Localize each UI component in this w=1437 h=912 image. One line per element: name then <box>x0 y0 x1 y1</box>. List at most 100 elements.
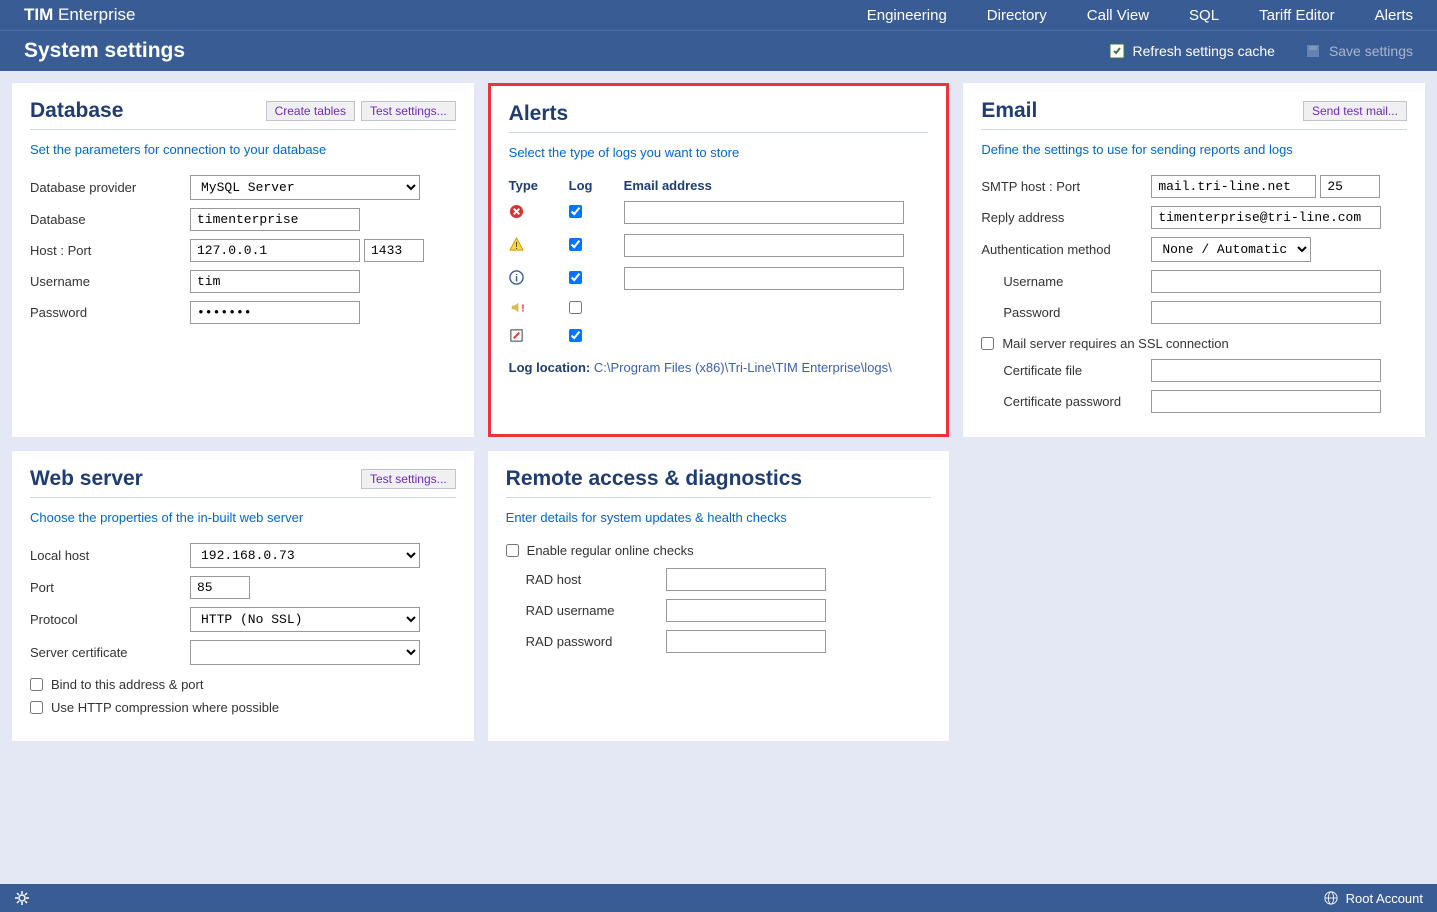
alert-row-warning: ! <box>509 234 929 257</box>
web-server-panel: Web server Test settings... Choose the p… <box>12 451 474 741</box>
alert-row-audio: ! <box>509 300 929 318</box>
rad-user-input[interactable] <box>666 599 826 622</box>
email-username-input[interactable] <box>1151 270 1381 293</box>
smtp-host-input[interactable] <box>1151 175 1316 198</box>
refresh-icon <box>1109 43 1125 59</box>
cert-file-input[interactable] <box>1151 359 1381 382</box>
alert-error-email-input[interactable] <box>624 201 904 224</box>
test-db-settings-button[interactable]: Test settings... <box>361 101 456 121</box>
reply-address-input[interactable] <box>1151 206 1381 229</box>
rad-pass-label: RAD password <box>526 634 666 649</box>
db-username-input[interactable] <box>190 270 360 293</box>
alert-row-info: i <box>509 267 929 290</box>
alert-warning-log-checkbox[interactable] <box>569 238 582 251</box>
bind-label: Bind to this address & port <box>51 677 203 692</box>
smtp-port-input[interactable] <box>1320 175 1380 198</box>
test-web-settings-button[interactable]: Test settings... <box>361 469 456 489</box>
alerts-desc: Select the type of logs you want to stor… <box>509 145 929 160</box>
svg-text:!: ! <box>521 303 524 314</box>
nav-directory[interactable]: Directory <box>987 7 1047 24</box>
send-test-mail-button[interactable]: Send test mail... <box>1303 101 1407 121</box>
warning-icon: ! <box>509 237 524 252</box>
save-label: Save settings <box>1329 43 1413 59</box>
footer-account[interactable]: Root Account <box>1324 891 1423 906</box>
error-icon <box>509 204 524 219</box>
rad-host-input[interactable] <box>666 568 826 591</box>
db-host-label: Host : Port <box>30 243 190 258</box>
db-name-input[interactable] <box>190 208 360 231</box>
email-pass-label: Password <box>981 305 1151 320</box>
refresh-label: Refresh settings cache <box>1133 43 1275 59</box>
local-host-label: Local host <box>30 548 190 563</box>
alert-info-log-checkbox[interactable] <box>569 271 582 284</box>
rad-pass-input[interactable] <box>666 630 826 653</box>
enable-checks-label: Enable regular online checks <box>527 543 694 558</box>
edit-icon <box>509 328 524 343</box>
col-email: Email address <box>624 178 929 193</box>
db-host-input[interactable] <box>190 239 360 262</box>
ssl-checkbox[interactable] <box>981 337 994 350</box>
compress-checkbox[interactable] <box>30 701 43 714</box>
brand-prefix: TIM <box>24 5 53 24</box>
alert-row-edit <box>509 328 929 346</box>
db-provider-label: Database provider <box>30 180 190 195</box>
db-pass-label: Password <box>30 305 190 320</box>
email-panel: Email Send test mail... Define the setti… <box>963 83 1425 437</box>
rad-user-label: RAD username <box>526 603 666 618</box>
rad-host-label: RAD host <box>526 572 666 587</box>
alert-audio-log-checkbox[interactable] <box>569 301 582 314</box>
web-desc: Choose the properties of the in-built we… <box>30 510 456 525</box>
db-password-input[interactable] <box>190 301 360 324</box>
cert-pass-label: Certificate password <box>981 394 1151 409</box>
alert-warning-email-input[interactable] <box>624 234 904 257</box>
log-location: Log location: C:\Program Files (x86)\Tri… <box>509 360 929 375</box>
alert-error-log-checkbox[interactable] <box>569 205 582 218</box>
content-grid: Database Create tables Test settings... … <box>0 71 1437 753</box>
svg-text:!: ! <box>515 241 518 252</box>
save-settings-button[interactable]: Save settings <box>1305 43 1413 59</box>
server-cert-select[interactable] <box>190 640 420 665</box>
gear-icon[interactable] <box>14 890 30 906</box>
proto-label: Protocol <box>30 612 190 627</box>
alert-info-email-input[interactable] <box>624 267 904 290</box>
alert-edit-log-checkbox[interactable] <box>569 329 582 342</box>
reply-label: Reply address <box>981 210 1151 225</box>
ssl-label: Mail server requires an SSL connection <box>1002 336 1228 351</box>
web-port-input[interactable] <box>190 576 250 599</box>
create-tables-button[interactable]: Create tables <box>266 101 355 121</box>
brand-suffix: Enterprise <box>58 5 135 24</box>
svg-text:i: i <box>515 273 518 284</box>
cert-pass-input[interactable] <box>1151 390 1381 413</box>
auth-method-select[interactable]: None / Automatic <box>1151 237 1311 262</box>
remote-panel: Remote access & diagnostics Enter detail… <box>488 451 950 741</box>
log-location-label: Log location: <box>509 360 591 375</box>
compress-label: Use HTTP compression where possible <box>51 700 279 715</box>
enable-checks-checkbox[interactable] <box>506 544 519 557</box>
top-nav: TIM Enterprise Engineering Directory Cal… <box>0 0 1437 30</box>
nav-call-view[interactable]: Call View <box>1087 7 1149 24</box>
nav-sql[interactable]: SQL <box>1189 7 1219 24</box>
account-label: Root Account <box>1346 891 1423 906</box>
nav-engineering[interactable]: Engineering <box>867 7 947 24</box>
remote-desc: Enter details for system updates & healt… <box>506 510 932 525</box>
smtp-label: SMTP host : Port <box>981 179 1151 194</box>
page-title: System settings <box>24 39 185 63</box>
cert-file-label: Certificate file <box>981 363 1151 378</box>
nav-tariff-editor[interactable]: Tariff Editor <box>1259 7 1335 24</box>
email-desc: Define the settings to use for sending r… <box>981 142 1407 157</box>
nav-links: Engineering Directory Call View SQL Tari… <box>867 7 1413 24</box>
refresh-settings-button[interactable]: Refresh settings cache <box>1109 43 1275 59</box>
col-type: Type <box>509 178 569 193</box>
email-password-input[interactable] <box>1151 301 1381 324</box>
local-host-select[interactable]: 192.168.0.73 <box>190 543 420 568</box>
db-provider-select[interactable]: MySQL Server <box>190 175 420 200</box>
audio-alert-icon: ! <box>509 300 524 315</box>
db-name-label: Database <box>30 212 190 227</box>
bind-checkbox[interactable] <box>30 678 43 691</box>
db-user-label: Username <box>30 274 190 289</box>
db-port-input[interactable] <box>364 239 424 262</box>
nav-alerts[interactable]: Alerts <box>1375 7 1413 24</box>
protocol-select[interactable]: HTTP (No SSL) <box>190 607 420 632</box>
sub-bar: System settings Refresh settings cache S… <box>0 30 1437 71</box>
save-icon <box>1305 43 1321 59</box>
